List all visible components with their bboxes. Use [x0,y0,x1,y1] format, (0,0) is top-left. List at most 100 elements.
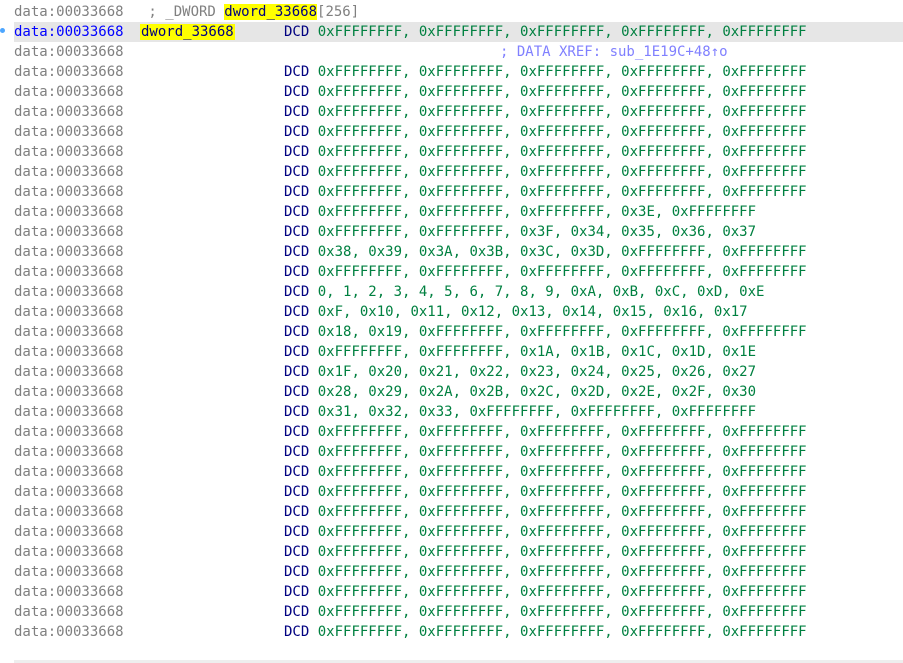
listing-line[interactable]: data:00033668 DCD 0xFFFFFFFF, 0xFFFFFFFF,… [14,502,903,522]
listing-line[interactable]: data:00033668 DCD 0xFFFFFFFF, 0xFFFFFFFF,… [14,562,903,582]
operands[interactable]: 0xFFFFFFFF, 0xFFFFFFFF, 0xFFFFFFFF, 0xFF… [318,424,807,440]
mnemonic: DCD [284,224,310,240]
listing-line[interactable]: data:00033668 DCD 0xFFFFFFFF, 0xFFFFFFFF,… [14,222,903,242]
listing-line[interactable]: data:00033668 DCD 0, 1, 2, 3, 4, 5, 6, 7,… [14,282,903,302]
operands[interactable]: 0xFFFFFFFF, 0xFFFFFFFF, 0xFFFFFFFF, 0xFF… [318,564,807,580]
operands[interactable]: 0xFFFFFFFF, 0xFFFFFFFF, 0xFFFFFFFF, 0xFF… [318,24,807,40]
operands[interactable]: 0xFFFFFFFF, 0xFFFFFFFF, 0xFFFFFFFF, 0xFF… [318,444,807,460]
line-address: data:00033668 [14,64,124,80]
listing-line[interactable]: data:00033668 DCD 0xFFFFFFFF, 0xFFFFFFFF,… [14,582,903,602]
mnemonic: DCD [284,344,310,360]
operands[interactable]: 0xFFFFFFFF, 0xFFFFFFFF, 0xFFFFFFFF, 0xFF… [318,504,807,520]
operands[interactable]: 0xF, 0x10, 0x11, 0x12, 0x13, 0x14, 0x15,… [318,304,748,320]
listing-line[interactable]: data:00033668 DCD 0xFFFFFFFF, 0xFFFFFFFF,… [14,442,903,462]
mnemonic: DCD [284,564,310,580]
listing-line[interactable]: data:00033668 DCD 0xFFFFFFFF, 0xFFFFFFFF,… [14,602,903,622]
listing-line[interactable]: data:00033668 DCD 0xFFFFFFFF, 0xFFFFFFFF,… [14,202,903,222]
operands[interactable]: 0xFFFFFFFF, 0xFFFFFFFF, 0x3F, 0x34, 0x35… [318,224,756,240]
operands[interactable]: 0xFFFFFFFF, 0xFFFFFFFF, 0xFFFFFFFF, 0xFF… [318,604,807,620]
line-address: data:00033668 [14,624,124,640]
listing-line[interactable]: data:00033668 DCD 0x18, 0x19, 0xFFFFFFFF,… [14,322,903,342]
mnemonic: DCD [284,264,310,280]
mnemonic: DCD [284,404,310,420]
operands[interactable]: 0xFFFFFFFF, 0xFFFFFFFF, 0xFFFFFFFF, 0xFF… [318,544,807,560]
line-address: data:00033668 [14,564,124,580]
operands[interactable]: 0xFFFFFFFF, 0xFFFFFFFF, 0xFFFFFFFF, 0xFF… [318,144,807,160]
listing-line[interactable]: data:00033668 DCD 0xFFFFFFFF, 0xFFFFFFFF,… [14,162,903,182]
listing-line[interactable]: data:00033668 DCD 0xFFFFFFFF, 0xFFFFFFFF,… [14,102,903,122]
listing-line[interactable]: data:00033668 DCD 0x38, 0x39, 0x3A, 0x3B,… [14,242,903,262]
listing-line[interactable]: data:00033668 DCD 0xFFFFFFFF, 0xFFFFFFFF,… [14,262,903,282]
listing-line[interactable]: data:00033668 DCD 0xFFFFFFFF, 0xFFFFFFFF,… [14,342,903,362]
mnemonic: DCD [284,304,310,320]
line-address: data:00033668 [14,164,124,180]
operands[interactable]: 0x28, 0x29, 0x2A, 0x2B, 0x2C, 0x2D, 0x2E… [318,384,756,400]
operands[interactable]: 0xFFFFFFFF, 0xFFFFFFFF, 0xFFFFFFFF, 0x3E… [318,204,756,220]
operands[interactable]: 0xFFFFFFFF, 0xFFFFFFFF, 0xFFFFFFFF, 0xFF… [318,64,807,80]
symbol-name-highlight[interactable]: dword_33668 [224,4,318,20]
line-address: data:00033668 [14,444,124,460]
operands[interactable]: 0xFFFFFFFF, 0xFFFFFFFF, 0xFFFFFFFF, 0xFF… [318,84,807,100]
operands[interactable]: 0xFFFFFFFF, 0xFFFFFFFF, 0xFFFFFFFF, 0xFF… [318,464,807,480]
mnemonic: DCD [284,164,310,180]
line-address: data:00033668 [14,344,124,360]
operands[interactable]: 0x18, 0x19, 0xFFFFFFFF, 0xFFFFFFFF, 0xFF… [318,324,807,340]
data-rows: data:00033668 DCD 0xFFFFFFFF, 0xFFFFFFFF,… [14,62,903,642]
mnemonic: DCD [284,584,310,600]
line-address: data:00033668 [14,124,124,140]
listing-line[interactable]: data:00033668 DCD 0x1F, 0x20, 0x21, 0x22,… [14,362,903,382]
xref-comment-line[interactable]: data:00033668 ; DATA XREF: sub_1E19C+48↑o [14,42,903,62]
line-address: data:00033668 [14,104,124,120]
listing-line[interactable]: data:00033668 DCD 0x31, 0x32, 0x33, 0xFFF… [14,402,903,422]
operands[interactable]: 0x38, 0x39, 0x3A, 0x3B, 0x3C, 0x3D, 0xFF… [318,244,807,260]
operands[interactable]: 0x31, 0x32, 0x33, 0xFFFFFFFF, 0xFFFFFFFF… [318,404,756,420]
data-xref-link[interactable]: ; DATA XREF: sub_1E19C+48↑o [500,42,728,62]
line-address: data:00033668 [14,484,124,500]
line-address: data:00033668 [14,224,124,240]
disassembly-listing[interactable]: data:00033668 ; _DWORD dword_33668[256] … [14,2,903,642]
operands[interactable]: 0xFFFFFFFF, 0xFFFFFFFF, 0xFFFFFFFF, 0xFF… [318,584,807,600]
line-address: data:00033668 [14,144,124,160]
mnemonic: DCD [284,424,310,440]
operands[interactable]: 0xFFFFFFFF, 0xFFFFFFFF, 0xFFFFFFFF, 0xFF… [318,104,807,120]
listing-line[interactable]: data:00033668 DCD 0xFFFFFFFF, 0xFFFFFFFF,… [14,142,903,162]
listing-line[interactable]: data:00033668 DCD 0xFFFFFFFF, 0xFFFFFFFF,… [14,462,903,482]
line-address: data:00033668 [14,184,124,200]
listing-line[interactable]: data:00033668 DCD 0xFFFFFFFF, 0xFFFFFFFF,… [14,422,903,442]
line-address: data:00033668 [14,244,124,260]
operands[interactable]: 0xFFFFFFFF, 0xFFFFFFFF, 0xFFFFFFFF, 0xFF… [318,264,807,280]
array-size-suffix: [256] [317,4,360,20]
line-address: data:00033668 [14,324,124,340]
listing-line[interactable]: data:00033668 DCD 0xFFFFFFFF, 0xFFFFFFFF,… [14,482,903,502]
current-line[interactable]: data:00033668 dword_33668 DCD 0xFFFFFFFF, … [14,22,903,42]
operands[interactable]: 0, 1, 2, 3, 4, 5, 6, 7, 8, 9, 0xA, 0xB, … [318,284,765,300]
listing-line[interactable]: data:00033668 DCD 0xFFFFFFFF, 0xFFFFFFFF,… [14,522,903,542]
listing-line[interactable]: data:00033668 DCD 0xFFFFFFFF, 0xFFFFFFFF,… [14,622,903,642]
operands[interactable]: 0xFFFFFFFF, 0xFFFFFFFF, 0x1A, 0x1B, 0x1C… [318,344,756,360]
line-address: data:00033668 [14,504,124,520]
operands[interactable]: 0xFFFFFFFF, 0xFFFFFFFF, 0xFFFFFFFF, 0xFF… [318,164,807,180]
type-comment-prefix: ; _DWORD [140,4,225,20]
symbol-label[interactable]: dword_33668 [140,24,235,40]
listing-line[interactable]: data:00033668 DCD 0xFFFFFFFF, 0xFFFFFFFF,… [14,182,903,202]
listing-line[interactable]: data:00033668 DCD 0xFFFFFFFF, 0xFFFFFFFF,… [14,82,903,102]
operands[interactable]: 0x1F, 0x20, 0x21, 0x22, 0x23, 0x24, 0x25… [318,364,756,380]
declaration-comment-line[interactable]: data:00033668 ; _DWORD dword_33668[256] [14,2,903,22]
mnemonic: DCD [284,444,310,460]
operands[interactable]: 0xFFFFFFFF, 0xFFFFFFFF, 0xFFFFFFFF, 0xFF… [318,184,807,200]
listing-line[interactable]: data:00033668 DCD 0x28, 0x29, 0x2A, 0x2B,… [14,382,903,402]
listing-line[interactable]: data:00033668 DCD 0xFFFFFFFF, 0xFFFFFFFF,… [14,62,903,82]
mnemonic: DCD [284,324,310,340]
operands[interactable]: 0xFFFFFFFF, 0xFFFFFFFF, 0xFFFFFFFF, 0xFF… [318,524,807,540]
line-address: data:00033668 [14,84,124,100]
listing-line[interactable]: data:00033668 DCD 0xFFFFFFFF, 0xFFFFFFFF,… [14,542,903,562]
operands[interactable]: 0xFFFFFFFF, 0xFFFFFFFF, 0xFFFFFFFF, 0xFF… [318,624,807,640]
operands[interactable]: 0xFFFFFFFF, 0xFFFFFFFF, 0xFFFFFFFF, 0xFF… [318,484,807,500]
listing-line[interactable]: data:00033668 DCD 0xF, 0x10, 0x11, 0x12, … [14,302,903,322]
mnemonic: DCD [284,204,310,220]
listing-line[interactable]: data:00033668 DCD 0xFFFFFFFF, 0xFFFFFFFF,… [14,122,903,142]
line-address: data:00033668 [14,264,124,280]
operands[interactable]: 0xFFFFFFFF, 0xFFFFFFFF, 0xFFFFFFFF, 0xFF… [318,124,807,140]
mnemonic: DCD [284,484,310,500]
mnemonic: DCD [284,524,310,540]
